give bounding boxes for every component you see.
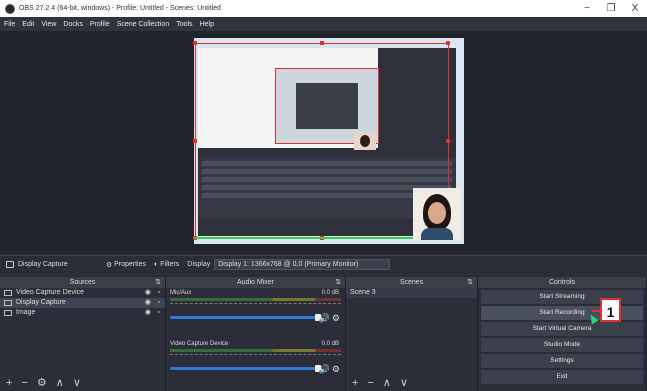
add-icon[interactable]: + bbox=[6, 377, 12, 389]
minimize-button[interactable]: − bbox=[575, 3, 599, 14]
resize-handle[interactable] bbox=[193, 41, 197, 45]
maximize-button[interactable]: ❐ bbox=[599, 3, 623, 14]
filters-label: Filters bbox=[160, 261, 180, 268]
volume-meter bbox=[170, 349, 341, 352]
menu-profile[interactable]: Profile bbox=[90, 21, 110, 28]
image-icon bbox=[4, 310, 12, 316]
gear-icon[interactable]: ⚙ bbox=[332, 364, 340, 375]
speaker-icon[interactable]: 🔊 bbox=[319, 313, 330, 324]
audio-mixer-dock: Audio Mixer ⇅ Mic/Aux 0.0 dB 🔊 ⚙ Video Ca… bbox=[166, 277, 346, 391]
scenes-header: Scenes ⇅ bbox=[346, 277, 477, 288]
step-callout: 1 bbox=[600, 298, 621, 322]
mixer-channel: Mic/Aux 0.0 dB 🔊 ⚙ bbox=[166, 288, 345, 339]
move-up-icon[interactable]: ∧ bbox=[383, 376, 391, 389]
resize-handle[interactable] bbox=[446, 139, 450, 143]
display-label: Display bbox=[187, 261, 211, 268]
properties-button[interactable]: ⚙ Properties bbox=[106, 261, 146, 269]
menu-scene-collection[interactable]: Scene Collection bbox=[117, 21, 170, 28]
properties-label: Properties bbox=[114, 261, 146, 268]
selected-source: Display Capture bbox=[6, 261, 68, 268]
menu-view[interactable]: View bbox=[41, 21, 56, 28]
scenes-dock: Scenes ⇅ Scene 3 + − ∧ ∨ bbox=[346, 277, 478, 391]
monitor-icon bbox=[6, 261, 14, 268]
sources-dock: Sources ⇅ Video Capture Device ◉ ▫ Display… bbox=[0, 277, 166, 391]
start-virtual-camera-button[interactable]: Start Virtual Camera bbox=[481, 322, 643, 336]
source-item-label: Image bbox=[16, 309, 36, 316]
eye-icon[interactable]: ◉ bbox=[145, 298, 151, 308]
mixer-channel: Video Capture Device 0.0 dB 🔊 ⚙ bbox=[166, 339, 345, 390]
lock-icon[interactable]: ▫ bbox=[158, 298, 160, 308]
dock-options-icon[interactable]: ⇅ bbox=[335, 277, 341, 288]
scenes-footer: + − ∧ ∨ bbox=[346, 374, 477, 391]
move-up-icon[interactable]: ∧ bbox=[56, 376, 64, 389]
monitor-icon bbox=[4, 300, 12, 306]
dock-options-icon[interactable]: ⇅ bbox=[467, 277, 473, 288]
channel-db: 0.0 dB bbox=[321, 290, 339, 296]
source-item[interactable]: Image ◉ ▫ bbox=[0, 308, 165, 318]
webcam-overlay[interactable] bbox=[413, 188, 461, 240]
title-bar: OBS 27.2.4 (64-bit, windows) - Profile: … bbox=[0, 0, 647, 17]
window-title: OBS 27.2.4 (64-bit, windows) - Profile: … bbox=[19, 5, 221, 12]
menu-tools[interactable]: Tools bbox=[176, 21, 192, 28]
preview-canvas[interactable] bbox=[193, 38, 464, 244]
menu-edit[interactable]: Edit bbox=[22, 21, 34, 28]
remove-icon[interactable]: − bbox=[367, 377, 373, 389]
exit-button[interactable]: Exit bbox=[481, 370, 643, 384]
source-item-label: Display Capture bbox=[16, 299, 66, 306]
menu-docks[interactable]: Docks bbox=[63, 21, 82, 28]
volume-slider[interactable] bbox=[170, 365, 321, 372]
meter-scale bbox=[170, 354, 341, 360]
settings-button[interactable]: Settings bbox=[481, 354, 643, 368]
lock-icon[interactable]: ▫ bbox=[158, 308, 160, 318]
source-item[interactable]: Video Capture Device ◉ ▫ bbox=[0, 288, 165, 298]
lock-icon[interactable]: ▫ bbox=[158, 288, 160, 298]
resize-handle[interactable] bbox=[446, 41, 450, 45]
add-icon[interactable]: + bbox=[352, 377, 358, 389]
channel-name: Mic/Aux bbox=[170, 290, 192, 296]
close-button[interactable]: X bbox=[623, 3, 647, 14]
menu-help[interactable]: Help bbox=[200, 21, 214, 28]
studio-mode-button[interactable]: Studio Mode bbox=[481, 338, 643, 352]
scene-item[interactable]: Scene 3 bbox=[346, 288, 477, 298]
remove-icon[interactable]: − bbox=[21, 377, 27, 389]
filter-icon: ◐ bbox=[154, 261, 159, 268]
selected-source-label: Display Capture bbox=[18, 261, 68, 268]
meter-scale bbox=[170, 303, 341, 309]
gear-icon: ⚙ bbox=[105, 261, 113, 269]
selection-box[interactable] bbox=[195, 43, 449, 239]
obs-logo-icon bbox=[5, 3, 15, 14]
display-selector: Display Display 1: 1366x768 @ 0,0 (Prima… bbox=[187, 259, 391, 270]
eye-icon[interactable]: ◉ bbox=[145, 288, 151, 298]
volume-meter bbox=[170, 298, 341, 301]
speaker-icon[interactable]: 🔊 bbox=[319, 364, 330, 375]
channel-db: 0.0 dB bbox=[321, 341, 339, 347]
controls-dock: Controls Start Streaming Start Recording… bbox=[478, 277, 647, 391]
filters-button[interactable]: ◐ Filters bbox=[154, 261, 179, 268]
menu-file[interactable]: File bbox=[4, 21, 15, 28]
guide-line bbox=[194, 237, 419, 239]
dock-options-icon[interactable]: ⇅ bbox=[155, 277, 161, 288]
move-down-icon[interactable]: ∨ bbox=[73, 376, 81, 389]
gear-icon[interactable]: ⚙ bbox=[332, 313, 340, 324]
eye-icon[interactable]: ◉ bbox=[145, 308, 151, 318]
volume-slider[interactable] bbox=[170, 314, 321, 321]
camera-icon bbox=[4, 290, 12, 296]
gear-icon[interactable]: ⚙ bbox=[37, 376, 47, 389]
move-down-icon[interactable]: ∨ bbox=[400, 376, 408, 389]
controls-header: Controls bbox=[478, 277, 646, 288]
scene-item-label: Scene 3 bbox=[350, 289, 376, 296]
source-toolbar: Display Capture ⚙ Properties ◐ Filters D… bbox=[0, 255, 647, 273]
resize-handle[interactable] bbox=[320, 41, 324, 45]
sources-header: Sources ⇅ bbox=[0, 277, 165, 288]
bottom-docks: Sources ⇅ Video Capture Device ◉ ▫ Display… bbox=[0, 277, 647, 391]
menu-bar: File Edit View Docks Profile Scene Colle… bbox=[0, 17, 647, 31]
channel-name: Video Capture Device bbox=[170, 341, 229, 347]
sources-footer: + − ⚙ ∧ ∨ bbox=[0, 374, 165, 391]
resize-handle[interactable] bbox=[193, 139, 197, 143]
display-dropdown[interactable]: Display 1: 1366x768 @ 0,0 (Primary Monit… bbox=[214, 259, 391, 270]
source-item-label: Video Capture Device bbox=[16, 289, 84, 296]
source-item[interactable]: Display Capture ◉ ▫ bbox=[0, 298, 165, 308]
audio-mixer-header: Audio Mixer ⇅ bbox=[166, 277, 345, 288]
